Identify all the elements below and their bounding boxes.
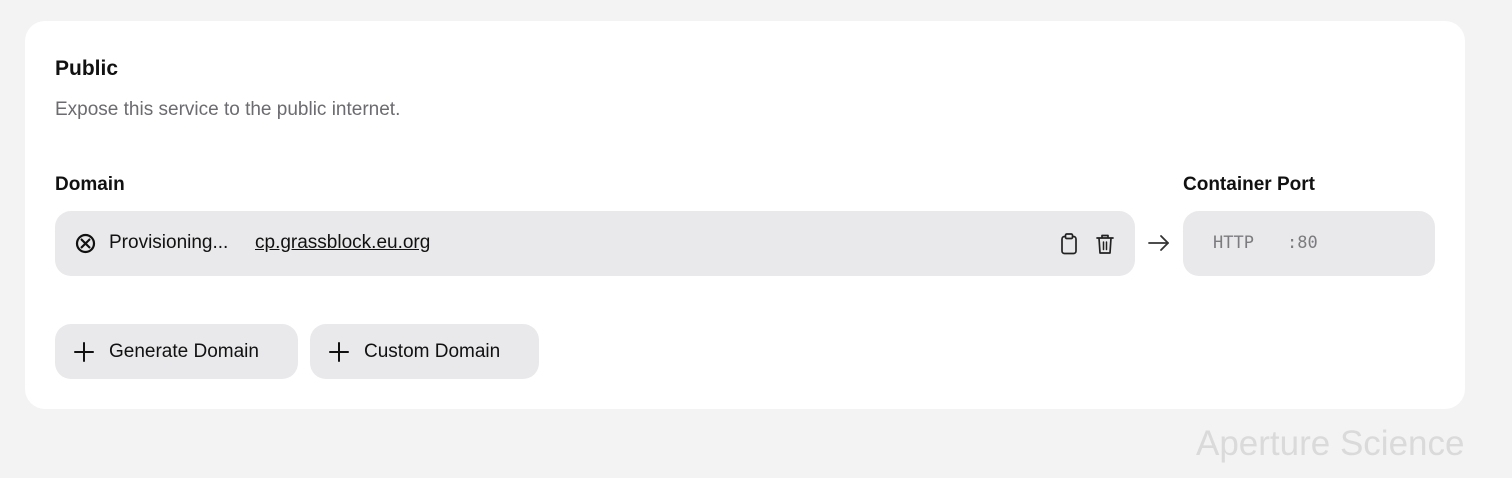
container-port-input[interactable]: HTTP :80 <box>1183 211 1435 276</box>
port-number: :80 <box>1287 233 1318 253</box>
trash-icon[interactable] <box>1094 232 1116 256</box>
custom-domain-button[interactable]: Custom Domain <box>310 324 539 379</box>
generate-domain-label: Generate Domain <box>109 340 259 362</box>
plus-icon <box>328 341 350 363</box>
arrow-right-icon <box>1147 231 1171 255</box>
plus-icon <box>73 341 95 363</box>
public-networking-card: Public Expose this service to the public… <box>25 21 1465 409</box>
section-description: Expose this service to the public intern… <box>55 99 401 120</box>
domain-row: Provisioning... cp.grassblock.eu.org <box>55 211 1135 276</box>
section-title: Public <box>55 57 119 80</box>
domain-status: Provisioning... <box>109 232 229 253</box>
watermark-text: Aperture Science <box>1196 424 1465 463</box>
domain-label: Domain <box>55 174 125 195</box>
port-protocol: HTTP <box>1213 233 1254 253</box>
circle-x-icon <box>75 233 96 254</box>
container-port-label: Container Port <box>1183 174 1315 195</box>
generate-domain-button[interactable]: Generate Domain <box>55 324 298 379</box>
custom-domain-label: Custom Domain <box>364 340 501 362</box>
domain-link[interactable]: cp.grassblock.eu.org <box>255 232 430 254</box>
clipboard-icon[interactable] <box>1058 232 1080 256</box>
